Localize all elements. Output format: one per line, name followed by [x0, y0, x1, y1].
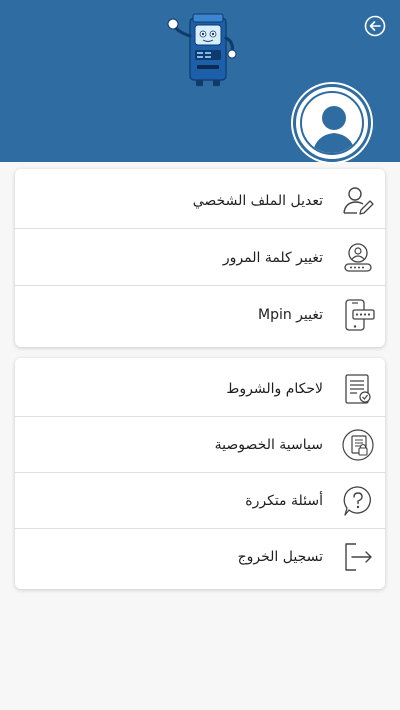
change-password-label: تغيير كلمة المرور [222, 250, 323, 266]
menu-item-logout[interactable]: تسجيل الخروج [15, 529, 385, 585]
row-divider [15, 285, 385, 286]
info-settings-card: لاحكام والشروط سياسية الخصوصية أسئلة متك… [15, 358, 385, 589]
privacy-policy-icon [342, 429, 374, 461]
profile-header [0, 0, 400, 162]
profile-avatar[interactable] [293, 84, 371, 162]
atm-mascot-logo [167, 13, 237, 86]
menu-item-privacy-policy[interactable]: سياسية الخصوصية [15, 417, 385, 473]
user-avatar-icon [300, 91, 364, 155]
user-edit-icon [343, 187, 374, 215]
menu-item-faq[interactable]: أسئلة متكررة [15, 473, 385, 529]
privacy-policy-label: سياسية الخصوصية [214, 437, 323, 453]
menu-item-terms[interactable]: لاحكام والشروط [15, 361, 385, 417]
menu-item-change-mpin[interactable]: تغيير Mpin [15, 287, 385, 343]
back-arrow-icon[interactable] [364, 15, 386, 37]
terms-label: لاحكام والشروط [226, 381, 323, 397]
change-mpin-label: تغيير Mpin [257, 307, 323, 323]
menu-item-edit-profile[interactable]: تعديل الملف الشخصي [15, 173, 385, 229]
password-user-icon [344, 243, 372, 272]
terms-document-icon [345, 374, 371, 404]
logout-label: تسجيل الخروج [237, 549, 323, 565]
logout-icon [345, 543, 372, 571]
row-divider [15, 228, 385, 229]
account-settings-card: تعديل الملف الشخصي تغيير كلمة المرور تغي… [15, 169, 385, 347]
faq-question-icon [343, 486, 371, 516]
faq-label: أسئلة متكررة [245, 493, 323, 509]
menu-item-change-password[interactable]: تغيير كلمة المرور [15, 230, 385, 286]
edit-profile-label: تعديل الملف الشخصي [192, 193, 323, 209]
mobile-pin-icon [345, 299, 375, 331]
